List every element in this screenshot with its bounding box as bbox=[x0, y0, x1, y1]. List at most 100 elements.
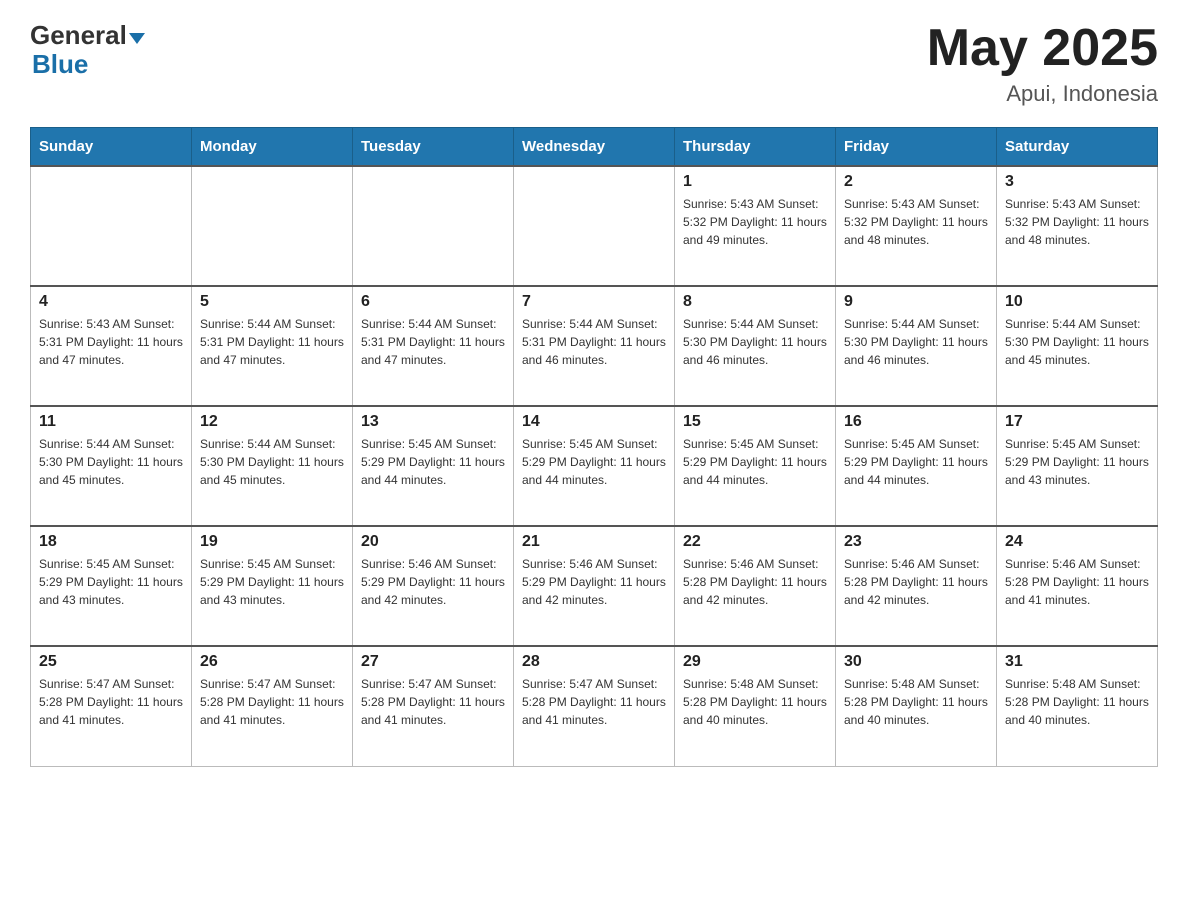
day-info: Sunrise: 5:46 AM Sunset: 5:29 PM Dayligh… bbox=[361, 555, 505, 609]
day-info: Sunrise: 5:48 AM Sunset: 5:28 PM Dayligh… bbox=[844, 675, 988, 729]
day-info: Sunrise: 5:45 AM Sunset: 5:29 PM Dayligh… bbox=[683, 435, 827, 489]
day-info: Sunrise: 5:45 AM Sunset: 5:29 PM Dayligh… bbox=[39, 555, 183, 609]
week-row-3: 11 Sunrise: 5:44 AM Sunset: 5:30 PM Dayli… bbox=[31, 406, 1158, 526]
day-info: Sunrise: 5:45 AM Sunset: 5:29 PM Dayligh… bbox=[1005, 435, 1149, 489]
day-info: Sunrise: 5:46 AM Sunset: 5:28 PM Dayligh… bbox=[683, 555, 827, 609]
day-info: Sunrise: 5:47 AM Sunset: 5:28 PM Dayligh… bbox=[39, 675, 183, 729]
logo-arrow-icon bbox=[129, 33, 145, 44]
day-cell: 31 Sunrise: 5:48 AM Sunset: 5:28 PM Dayli… bbox=[997, 646, 1158, 766]
day-cell: 6Sunrise: 5:44 AM Sunset: 5:31 PM Daylig… bbox=[353, 286, 514, 406]
day-info: Sunrise: 5:46 AM Sunset: 5:28 PM Dayligh… bbox=[844, 555, 988, 609]
day-number: 8 bbox=[683, 293, 827, 311]
day-info: Sunrise: 5:44 AM Sunset: 5:30 PM Dayligh… bbox=[844, 315, 988, 369]
day-number: 9 bbox=[844, 293, 988, 311]
day-info: Sunrise: 5:47 AM Sunset: 5:28 PM Dayligh… bbox=[200, 675, 344, 729]
day-cell: 22Sunrise: 5:46 AM Sunset: 5:28 PM Dayli… bbox=[675, 526, 836, 646]
day-number: 6 bbox=[361, 293, 505, 311]
day-cell: 2 Sunrise: 5:43 AM Sunset: 5:32 PM Daylig… bbox=[836, 166, 997, 286]
day-number: 11 bbox=[39, 413, 183, 431]
day-info: Sunrise: 5:45 AM Sunset: 5:29 PM Dayligh… bbox=[844, 435, 988, 489]
day-info: Sunrise: 5:46 AM Sunset: 5:29 PM Dayligh… bbox=[522, 555, 666, 609]
day-cell: 11 Sunrise: 5:44 AM Sunset: 5:30 PM Dayli… bbox=[31, 406, 192, 526]
day-cell: 4Sunrise: 5:43 AM Sunset: 5:31 PM Daylig… bbox=[31, 286, 192, 406]
day-cell: 7Sunrise: 5:44 AM Sunset: 5:31 PM Daylig… bbox=[514, 286, 675, 406]
logo-general-text: General bbox=[30, 20, 127, 51]
day-info: Sunrise: 5:47 AM Sunset: 5:28 PM Dayligh… bbox=[361, 675, 505, 729]
day-info: Sunrise: 5:44 AM Sunset: 5:30 PM Dayligh… bbox=[39, 435, 183, 489]
day-info: Sunrise: 5:45 AM Sunset: 5:29 PM Dayligh… bbox=[361, 435, 505, 489]
day-number: 5 bbox=[200, 293, 344, 311]
day-cell: 30 Sunrise: 5:48 AM Sunset: 5:28 PM Dayli… bbox=[836, 646, 997, 766]
logo-blue-text: Blue bbox=[32, 51, 88, 77]
day-number: 13 bbox=[361, 413, 505, 431]
day-info: Sunrise: 5:44 AM Sunset: 5:30 PM Dayligh… bbox=[1005, 315, 1149, 369]
day-cell: 9 Sunrise: 5:44 AM Sunset: 5:30 PM Daylig… bbox=[836, 286, 997, 406]
calendar-table: SundayMondayTuesdayWednesdayThursdayFrid… bbox=[30, 127, 1158, 767]
day-number: 20 bbox=[361, 533, 505, 551]
page-header: General Blue May 2025 Apui, Indonesia bbox=[30, 20, 1158, 107]
day-number: 26 bbox=[200, 653, 344, 671]
col-header-thursday: Thursday bbox=[675, 128, 836, 167]
day-cell: 14Sunrise: 5:45 AM Sunset: 5:29 PM Dayli… bbox=[514, 406, 675, 526]
day-cell: 10 Sunrise: 5:44 AM Sunset: 5:30 PM Dayli… bbox=[997, 286, 1158, 406]
day-info: Sunrise: 5:43 AM Sunset: 5:31 PM Dayligh… bbox=[39, 315, 183, 369]
day-info: Sunrise: 5:43 AM Sunset: 5:32 PM Dayligh… bbox=[683, 195, 827, 249]
day-cell: 28 Sunrise: 5:47 AM Sunset: 5:28 PM Dayli… bbox=[514, 646, 675, 766]
day-info: Sunrise: 5:44 AM Sunset: 5:31 PM Dayligh… bbox=[200, 315, 344, 369]
week-row-4: 18 Sunrise: 5:45 AM Sunset: 5:29 PM Dayli… bbox=[31, 526, 1158, 646]
location-title: Apui, Indonesia bbox=[927, 81, 1158, 107]
day-cell: 23Sunrise: 5:46 AM Sunset: 5:28 PM Dayli… bbox=[836, 526, 997, 646]
day-number: 17 bbox=[1005, 413, 1149, 431]
day-number: 12 bbox=[200, 413, 344, 431]
col-header-saturday: Saturday bbox=[997, 128, 1158, 167]
day-number: 14 bbox=[522, 413, 666, 431]
day-number: 27 bbox=[361, 653, 505, 671]
day-cell bbox=[353, 166, 514, 286]
day-number: 28 bbox=[522, 653, 666, 671]
logo: General Blue bbox=[30, 20, 145, 77]
calendar-header-row: SundayMondayTuesdayWednesdayThursdayFrid… bbox=[31, 128, 1158, 167]
day-cell bbox=[514, 166, 675, 286]
day-number: 29 bbox=[683, 653, 827, 671]
day-cell: 5 Sunrise: 5:44 AM Sunset: 5:31 PM Daylig… bbox=[192, 286, 353, 406]
day-number: 18 bbox=[39, 533, 183, 551]
day-info: Sunrise: 5:48 AM Sunset: 5:28 PM Dayligh… bbox=[1005, 675, 1149, 729]
day-number: 16 bbox=[844, 413, 988, 431]
day-cell: 24Sunrise: 5:46 AM Sunset: 5:28 PM Dayli… bbox=[997, 526, 1158, 646]
col-header-tuesday: Tuesday bbox=[353, 128, 514, 167]
day-cell: 12Sunrise: 5:44 AM Sunset: 5:30 PM Dayli… bbox=[192, 406, 353, 526]
day-number: 2 bbox=[844, 173, 988, 191]
day-number: 15 bbox=[683, 413, 827, 431]
day-cell: 15 Sunrise: 5:45 AM Sunset: 5:29 PM Dayli… bbox=[675, 406, 836, 526]
day-cell: 26 Sunrise: 5:47 AM Sunset: 5:28 PM Dayli… bbox=[192, 646, 353, 766]
day-cell: 8Sunrise: 5:44 AM Sunset: 5:30 PM Daylig… bbox=[675, 286, 836, 406]
day-cell bbox=[31, 166, 192, 286]
day-number: 10 bbox=[1005, 293, 1149, 311]
day-info: Sunrise: 5:43 AM Sunset: 5:32 PM Dayligh… bbox=[1005, 195, 1149, 249]
day-info: Sunrise: 5:46 AM Sunset: 5:28 PM Dayligh… bbox=[1005, 555, 1149, 609]
day-info: Sunrise: 5:44 AM Sunset: 5:31 PM Dayligh… bbox=[522, 315, 666, 369]
day-cell: 20 Sunrise: 5:46 AM Sunset: 5:29 PM Dayli… bbox=[353, 526, 514, 646]
day-cell: 21 Sunrise: 5:46 AM Sunset: 5:29 PM Dayli… bbox=[514, 526, 675, 646]
week-row-1: 1 Sunrise: 5:43 AM Sunset: 5:32 PM Daylig… bbox=[31, 166, 1158, 286]
day-cell: 27 Sunrise: 5:47 AM Sunset: 5:28 PM Dayli… bbox=[353, 646, 514, 766]
day-number: 25 bbox=[39, 653, 183, 671]
day-info: Sunrise: 5:43 AM Sunset: 5:32 PM Dayligh… bbox=[844, 195, 988, 249]
day-cell: 25 Sunrise: 5:47 AM Sunset: 5:28 PM Dayli… bbox=[31, 646, 192, 766]
day-number: 31 bbox=[1005, 653, 1149, 671]
day-number: 30 bbox=[844, 653, 988, 671]
day-cell: 29Sunrise: 5:48 AM Sunset: 5:28 PM Dayli… bbox=[675, 646, 836, 766]
day-cell: 16 Sunrise: 5:45 AM Sunset: 5:29 PM Dayli… bbox=[836, 406, 997, 526]
col-header-monday: Monday bbox=[192, 128, 353, 167]
week-row-5: 25 Sunrise: 5:47 AM Sunset: 5:28 PM Dayli… bbox=[31, 646, 1158, 766]
day-number: 21 bbox=[522, 533, 666, 551]
day-number: 19 bbox=[200, 533, 344, 551]
col-header-wednesday: Wednesday bbox=[514, 128, 675, 167]
day-cell bbox=[192, 166, 353, 286]
day-cell: 13 Sunrise: 5:45 AM Sunset: 5:29 PM Dayli… bbox=[353, 406, 514, 526]
day-number: 1 bbox=[683, 173, 827, 191]
day-cell: 3Sunrise: 5:43 AM Sunset: 5:32 PM Daylig… bbox=[997, 166, 1158, 286]
day-cell: 18 Sunrise: 5:45 AM Sunset: 5:29 PM Dayli… bbox=[31, 526, 192, 646]
day-info: Sunrise: 5:45 AM Sunset: 5:29 PM Dayligh… bbox=[200, 555, 344, 609]
day-info: Sunrise: 5:47 AM Sunset: 5:28 PM Dayligh… bbox=[522, 675, 666, 729]
